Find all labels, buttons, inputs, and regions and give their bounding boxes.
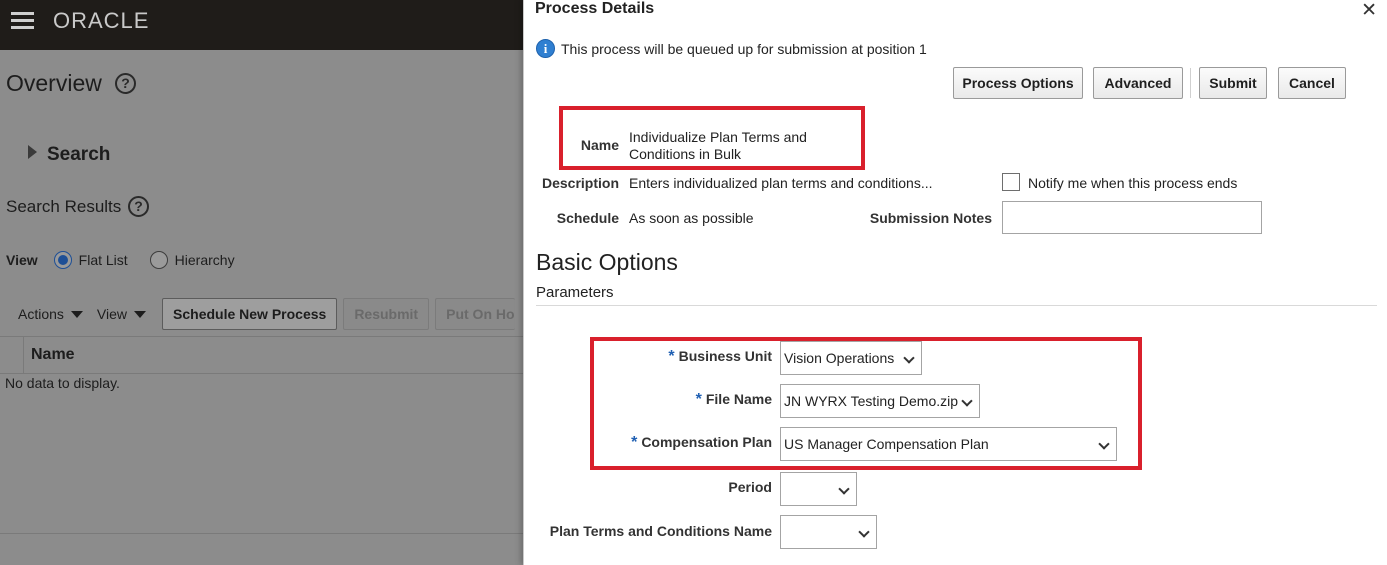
queue-info-message: i This process will be queued up for sub… bbox=[536, 39, 927, 58]
advanced-button[interactable]: Advanced bbox=[1093, 67, 1183, 99]
view-menu-label: View bbox=[96, 306, 128, 322]
caret-down-icon bbox=[70, 311, 83, 318]
basic-options-heading: Basic Options bbox=[536, 249, 678, 275]
actions-menu-label: Actions bbox=[18, 306, 64, 322]
cancel-button[interactable]: Cancel bbox=[1278, 67, 1346, 99]
submission-notes-input[interactable] bbox=[1002, 201, 1262, 234]
plan-terms-select[interactable] bbox=[780, 515, 877, 549]
business-unit-value: Vision Operations bbox=[784, 350, 895, 366]
search-results-help-icon[interactable]: ? bbox=[128, 196, 149, 217]
row-selector-column bbox=[0, 337, 24, 374]
period-select[interactable] bbox=[780, 472, 857, 506]
dialog-title: Process Details bbox=[535, 0, 655, 17]
period-label: Period bbox=[728, 479, 772, 495]
compensation-plan-value: US Manager Compensation Plan bbox=[784, 436, 989, 452]
schedule-new-process-button[interactable]: Schedule New Process bbox=[162, 298, 338, 330]
file-name-value: JN WYRX Testing Demo.zip bbox=[784, 393, 959, 409]
compensation-plan-label: * Compensation Plan bbox=[604, 434, 772, 452]
view-mode-group: View Flat List Hierarchy bbox=[6, 251, 235, 269]
expand-triangle-icon bbox=[28, 145, 37, 159]
description-value: Enters individualized plan terms and con… bbox=[629, 175, 933, 191]
chevron-down-icon bbox=[961, 395, 973, 407]
resubmit-button[interactable]: Resubmit bbox=[343, 298, 430, 330]
global-header: ORACLE bbox=[0, 0, 523, 50]
process-name-line-2: Conditions in Bulk bbox=[629, 146, 742, 162]
file-name-label-text: File Name bbox=[705, 391, 772, 407]
compensation-plan-select[interactable]: US Manager Compensation Plan bbox=[780, 427, 1117, 461]
schedule-label: Schedule bbox=[556, 210, 619, 226]
process-name-line-1: Individualize Plan Terms and bbox=[629, 129, 807, 145]
business-unit-label: * Business Unit bbox=[604, 348, 772, 366]
parameters-heading: Parameters bbox=[536, 284, 614, 301]
flat-list-radio[interactable] bbox=[53, 251, 72, 269]
file-name-select[interactable]: JN WYRX Testing Demo.zip bbox=[780, 384, 980, 418]
parameters-divider bbox=[536, 305, 1377, 306]
background-page: ORACLE Overview ? Search Search Results … bbox=[0, 0, 523, 565]
close-icon[interactable]: ✕ bbox=[1361, 0, 1377, 22]
schedule-value: As soon as possible bbox=[629, 210, 754, 226]
search-results-heading: Search Results bbox=[6, 197, 122, 216]
submission-notes-label: Submission Notes bbox=[869, 210, 992, 226]
chevron-down-icon bbox=[903, 352, 915, 364]
notify-checkbox[interactable] bbox=[1002, 173, 1020, 191]
required-marker: * bbox=[631, 434, 638, 451]
compensation-plan-label-text: Compensation Plan bbox=[641, 434, 772, 450]
help-icon[interactable]: ? bbox=[115, 73, 136, 94]
hamburger-menu-icon[interactable] bbox=[11, 12, 34, 30]
name-column-header[interactable]: Name bbox=[31, 346, 75, 364]
hierarchy-label: Hierarchy bbox=[174, 252, 235, 268]
button-separator bbox=[1190, 68, 1191, 98]
business-unit-select[interactable]: Vision Operations bbox=[780, 341, 922, 375]
put-on-hold-button[interactable]: Put On Ho bbox=[435, 298, 516, 330]
actions-menu[interactable]: Actions bbox=[18, 306, 83, 322]
oracle-logo: ORACLE bbox=[53, 8, 150, 33]
submit-button[interactable]: Submit bbox=[1199, 67, 1267, 99]
view-label: View bbox=[6, 252, 38, 268]
queue-info-text: This process will be queued up for submi… bbox=[561, 40, 927, 57]
chevron-down-icon bbox=[858, 526, 870, 538]
caret-down-icon bbox=[134, 311, 147, 318]
search-disclosure[interactable]: Search bbox=[28, 144, 110, 166]
process-details-dialog: Process Details ✕ i This process will be… bbox=[523, 0, 1387, 565]
search-label: Search bbox=[47, 144, 111, 165]
chevron-down-icon bbox=[838, 483, 850, 495]
info-icon: i bbox=[536, 39, 555, 58]
results-toolbar: Actions View Schedule New Process Resubm… bbox=[18, 298, 521, 330]
divider bbox=[0, 533, 523, 534]
description-label: Description bbox=[541, 175, 619, 191]
business-unit-label-text: Business Unit bbox=[678, 348, 772, 364]
process-name-value: Individualize Plan Terms and Conditions … bbox=[629, 129, 807, 163]
flat-list-label: Flat List bbox=[78, 252, 128, 268]
view-menu[interactable]: View bbox=[96, 306, 147, 322]
name-label: Name bbox=[580, 137, 619, 153]
empty-table-message: No data to display. bbox=[5, 375, 120, 391]
process-options-button[interactable]: Process Options bbox=[953, 67, 1083, 99]
required-marker: * bbox=[668, 348, 675, 365]
required-marker: * bbox=[695, 391, 702, 408]
notify-label: Notify me when this process ends bbox=[1028, 175, 1238, 191]
plan-terms-label: Plan Terms and Conditions Name bbox=[549, 523, 772, 539]
chevron-down-icon bbox=[1098, 438, 1110, 450]
results-table-header: Name bbox=[0, 336, 523, 374]
page-title: Overview bbox=[6, 70, 102, 96]
file-name-label: * File Name bbox=[604, 391, 772, 409]
hierarchy-radio[interactable] bbox=[149, 251, 168, 269]
